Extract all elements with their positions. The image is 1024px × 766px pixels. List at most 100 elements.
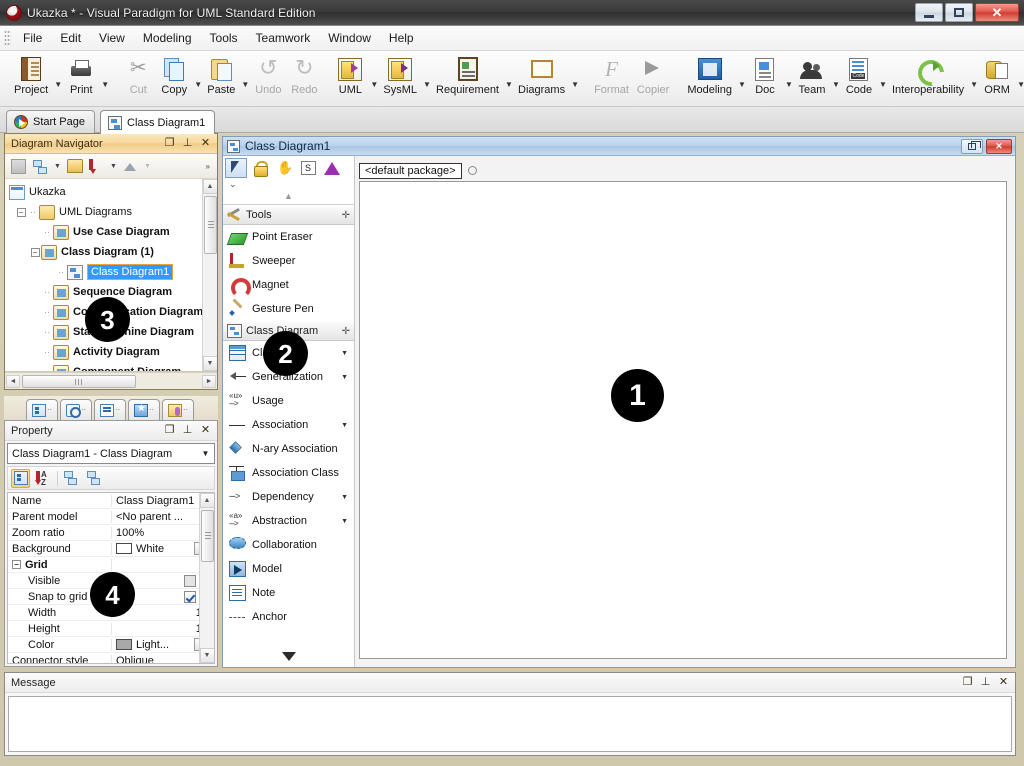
chevron-down-icon[interactable]: ▼ [341, 422, 348, 429]
open-folder-icon[interactable] [65, 157, 84, 176]
property-row-connector-style[interactable]: Connector style Oblique [8, 653, 214, 663]
project-dropdown-arrow[interactable]: ▼ [53, 81, 63, 89]
menu-view[interactable]: View [90, 28, 134, 48]
palette-item-association[interactable]: Association ▼ [223, 413, 354, 437]
toolbar-requirement-button[interactable]: Requirement [432, 53, 503, 96]
property-row-grid-group[interactable]: − Grid [8, 557, 214, 573]
toolbar-undo-button[interactable]: ↺ Undo [250, 53, 286, 97]
palette-item-gesture-pen[interactable]: Gesture Pen [223, 297, 354, 321]
scroll-right-icon[interactable]: ► [202, 374, 216, 388]
palette-group-move-handle[interactable]: ✛ [342, 326, 350, 337]
toolbar-print-button[interactable]: Print [63, 53, 99, 96]
team-dropdown-arrow[interactable]: ▼ [831, 81, 841, 89]
close-button[interactable]: ✕ [975, 3, 1019, 22]
toolbar-diagrams-button[interactable]: Diagrams [514, 53, 569, 96]
tree-view-dropdown-arrow[interactable]: ▼ [53, 163, 62, 170]
palette-group-tools[interactable]: Tools ✛ [223, 205, 354, 225]
sweeper-s-icon[interactable]: S [297, 158, 319, 178]
palette-item-association-class[interactable]: Association Class [223, 461, 354, 485]
msg-pin-icon[interactable]: ⊥ [980, 677, 991, 688]
copy-dropdown-arrow[interactable]: ▼ [193, 81, 203, 89]
triangle-icon[interactable] [321, 158, 343, 178]
palette-item-usage[interactable]: Usage [223, 389, 354, 413]
property-row-color[interactable]: Color Light... ... [8, 637, 214, 653]
tree-item-uml-diagrams[interactable]: − ·· UML Diagrams [5, 202, 217, 222]
palette-item-abstraction[interactable]: Abstraction ▼ [223, 509, 354, 533]
tree-horizontal-scrollbar[interactable]: ◄ ► [5, 372, 217, 389]
editor-close-button[interactable]: ✕ [986, 138, 1012, 154]
tree-item-use-case-diagram[interactable]: ·· Use Case Diagram [5, 222, 217, 242]
hscroll-thumb[interactable] [22, 374, 136, 388]
pan-hand-icon[interactable]: ✋ [273, 158, 295, 178]
pointer-icon[interactable] [225, 158, 247, 178]
magnifier-icon[interactable] [466, 164, 480, 178]
scroll-thumb[interactable] [200, 510, 214, 562]
sort-descending-icon[interactable] [87, 157, 106, 176]
message-content[interactable] [8, 696, 1012, 752]
menu-tools[interactable]: Tools [201, 28, 247, 48]
palette-item-sweeper[interactable]: Sweeper [223, 249, 354, 273]
package-scope-label[interactable]: <default package> [359, 162, 462, 179]
palette-item-magnet[interactable]: Magnet [223, 273, 354, 298]
code-dropdown-arrow[interactable]: ▼ [878, 81, 888, 89]
menu-file[interactable]: File [14, 28, 51, 48]
scroll-left-icon[interactable]: ◄ [6, 374, 20, 388]
toolbar-interoperability-button[interactable]: Interoperability [888, 53, 968, 96]
palette-item-note[interactable]: Note [223, 581, 354, 605]
toolbar-copier-button[interactable]: Copier [633, 53, 673, 96]
palette-item-collaboration[interactable]: Collaboration [223, 533, 354, 557]
tab-property[interactable]: ·· [26, 399, 58, 420]
toolbar-uml-button[interactable]: UML [332, 53, 368, 96]
toolbar-redo-button[interactable]: ↻ Redo [286, 53, 322, 97]
maximize-button[interactable] [945, 3, 973, 22]
property-row-parent-model[interactable]: Parent model <No parent ... [8, 509, 214, 525]
palette-item-point-eraser[interactable]: Point Eraser [223, 225, 354, 249]
toolbar-orm-button[interactable]: ORM [979, 53, 1015, 96]
sort-dropdown-arrow[interactable]: ▼ [109, 163, 118, 170]
toolbar-paste-button[interactable]: Paste [203, 53, 239, 96]
chevron-down-icon[interactable]: ▼ [341, 518, 348, 525]
property-row-height[interactable]: Height 10 [8, 621, 214, 637]
palette-more-icon[interactable]: ⌄ [225, 178, 352, 191]
lock-icon[interactable] [249, 158, 271, 178]
msg-restore-icon[interactable]: ❐ [962, 677, 973, 688]
property-row-name[interactable]: Name Class Diagram1 [8, 493, 214, 509]
tab-favorites[interactable]: ·· [128, 399, 160, 420]
toolbar-format-button[interactable]: F Format [590, 53, 633, 96]
paste-dropdown-arrow[interactable]: ▼ [240, 81, 250, 89]
tab-class-diagram1[interactable]: Class Diagram1 [100, 110, 216, 134]
interoperability-dropdown-arrow[interactable]: ▼ [969, 81, 979, 89]
minimize-button[interactable] [915, 3, 943, 22]
tab-start-page[interactable]: Start Page [6, 110, 95, 133]
palette-item-nary-association[interactable]: N-ary Association [223, 437, 354, 461]
tree-item-class-diagram1[interactable]: ·· Class Diagram1 [5, 262, 217, 282]
tree-item-component-diagram[interactable]: ·· Component Diagram [5, 362, 217, 371]
property-vertical-scrollbar[interactable]: ▲ ▼ [199, 493, 214, 663]
tree-item-class-diagram-group[interactable]: − Class Diagram (1) [5, 242, 217, 262]
editor-restore-button[interactable] [961, 138, 983, 154]
dn-restore-icon[interactable]: ❐ [164, 138, 175, 149]
chevron-down-icon[interactable]: ▼ [341, 494, 348, 501]
dn-pin-icon[interactable]: ⊥ [182, 138, 193, 149]
menu-modeling[interactable]: Modeling [134, 28, 201, 48]
chevron-down-icon[interactable]: ▼ [197, 444, 214, 463]
scroll-up-icon[interactable]: ▲ [199, 493, 214, 508]
diagram-canvas[interactable] [359, 181, 1007, 659]
requirement-dropdown-arrow[interactable]: ▼ [504, 81, 514, 89]
scroll-down-icon[interactable]: ▼ [202, 356, 217, 371]
palette-item-dependency[interactable]: Dependency ▼ [223, 485, 354, 509]
expander-icon[interactable]: − [30, 247, 40, 257]
menu-window[interactable]: Window [319, 28, 380, 48]
menu-edit[interactable]: Edit [51, 28, 90, 48]
toolbar-project-button[interactable]: Project [10, 53, 52, 96]
property-row-zoom-ratio[interactable]: Zoom ratio 100% [8, 525, 214, 541]
expand-all-icon[interactable] [62, 469, 81, 488]
toolbar-team-button[interactable]: Team [794, 53, 830, 96]
prop-close-icon[interactable]: ✕ [200, 425, 211, 436]
expander-icon[interactable]: − [16, 207, 26, 217]
scroll-thumb[interactable] [203, 196, 217, 254]
toolbar-cut-button[interactable]: ✂ Cut [120, 53, 156, 96]
sort-alpha-icon[interactable]: AZ [34, 469, 53, 488]
toolbar-sysml-button[interactable]: SysML [379, 53, 421, 96]
palette-item-anchor[interactable]: Anchor [223, 605, 354, 629]
